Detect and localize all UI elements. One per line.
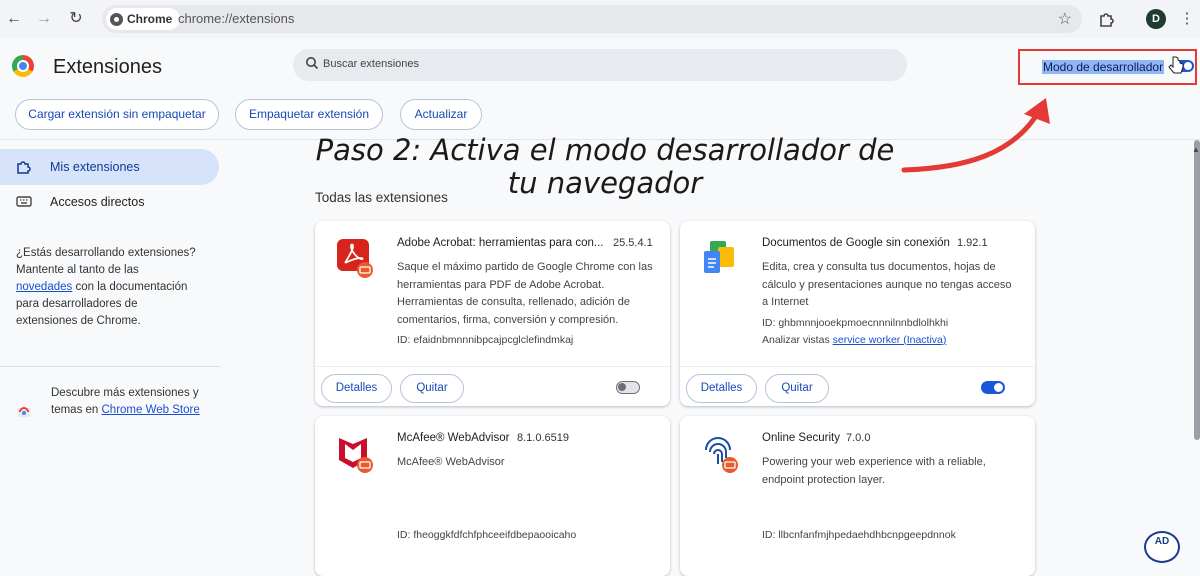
sidebar-divider <box>0 366 220 367</box>
back-icon[interactable]: ← <box>4 9 24 29</box>
sidebar-item-shortcuts[interactable]: Accesos directos <box>0 184 219 220</box>
annotation-arrow <box>901 98 1050 173</box>
caption-line-1: Paso 2: Activa el modo desarrollador de <box>315 133 895 167</box>
sidebar-item-label: Accesos directos <box>50 195 145 209</box>
extension-card-adobe: Adobe Acrobat: herramientas para con... … <box>315 221 670 406</box>
scrollbar[interactable] <box>1194 140 1200 440</box>
extension-description: Edita, crea y consulta tus documentos, h… <box>762 261 1012 308</box>
extension-name: Adobe Acrobat: herramientas para con... <box>397 237 604 249</box>
extension-version: 7.0.0 <box>846 432 871 444</box>
adobe-acrobat-icon <box>337 239 373 278</box>
update-button[interactable]: Actualizar <box>400 99 482 130</box>
url-text: chrome://extensions <box>178 11 295 26</box>
extension-description: Saque el máximo partido de Google Chrome… <box>397 261 653 326</box>
news-link[interactable]: novedades <box>16 281 72 293</box>
browser-toolbar: ← → ↻ Chrome chrome://extensions ☆ D ⋮ <box>0 0 1200 38</box>
chrome-logo-icon <box>12 55 34 77</box>
sidebar-item-label: Mis extensiones <box>50 160 140 174</box>
chip-label: Chrome <box>127 12 173 26</box>
extension-description: Powering your web experience with a reli… <box>762 456 986 486</box>
extension-toggle[interactable] <box>616 381 640 394</box>
dev-text-1: ¿Estás desarrollando extensiones? Manten… <box>16 247 196 276</box>
extension-name: Documentos de Google sin conexión <box>762 237 950 249</box>
keyboard-icon <box>16 196 32 207</box>
google-docs-icon <box>704 241 734 273</box>
details-button[interactable]: Detalles <box>321 374 392 403</box>
web-store-text: Descubre más extensiones y temas en Chro… <box>51 385 211 419</box>
search-placeholder: Buscar extensiones <box>323 58 419 70</box>
scroll-up-icon[interactable]: ▲ <box>1192 145 1200 154</box>
extension-card-online-security: Online Security 7.0.0 Powering your web … <box>680 416 1035 576</box>
site-info-chip[interactable]: Chrome <box>106 8 181 30</box>
extension-card-google-docs: Documentos de Google sin conexión 1.92.1… <box>680 221 1035 406</box>
inspect-views-label: Analizar vistas <box>762 334 833 346</box>
profile-avatar[interactable]: D <box>1146 9 1166 29</box>
extension-description: McAfee® WebAdvisor <box>397 456 505 468</box>
reload-icon[interactable]: ↻ <box>66 9 86 29</box>
service-worker-link[interactable]: service worker (Inactiva) <box>833 334 947 346</box>
more-menu-icon[interactable]: ⋮ <box>1177 9 1197 29</box>
card-footer: Detalles Quitar <box>680 366 1035 406</box>
extension-name: Online Security <box>762 432 840 444</box>
extension-card-mcafee: McAfee® WebAdvisor 8.1.0.6519 McAfee® We… <box>315 416 670 576</box>
extension-id: ID: efaidnbmnnnibpcajpcglclefindmkaj <box>397 334 574 346</box>
extension-id: ID: fheoggkfdfchfphceeifdbepaooicaho <box>397 529 577 541</box>
extension-version: 1.92.1 <box>957 237 988 249</box>
forward-icon[interactable]: → <box>34 9 54 29</box>
chrome-icon <box>110 12 123 26</box>
details-button[interactable]: Detalles <box>686 374 757 403</box>
puzzle-icon <box>17 161 31 174</box>
channel-logo: AD <box>1144 531 1180 563</box>
developer-info-text: ¿Estás desarrollando extensiones? Manten… <box>16 245 196 330</box>
remove-button[interactable]: Quitar <box>765 374 829 403</box>
sidebar: Mis extensiones Accesos directos ¿Estás … <box>0 141 230 563</box>
search-input[interactable]: Buscar extensiones <box>293 49 907 81</box>
inspect-views: Analizar vistas service worker (Inactiva… <box>762 334 946 346</box>
dev-mode-label: Modo de desarrollador <box>1042 60 1165 74</box>
page-title: Extensiones <box>53 56 162 78</box>
hand-cursor-icon <box>1168 56 1184 74</box>
sidebar-item-my-extensions[interactable]: Mis extensiones <box>0 149 219 185</box>
pack-extension-button[interactable]: Empaquetar extensión <box>235 99 383 130</box>
extension-id: ID: ghbmnnjooekpmoecnnnilnnbdlolhkhi <box>762 317 949 329</box>
extension-name: McAfee® WebAdvisor <box>397 432 510 444</box>
tutorial-caption: Paso 2: Activa el modo desarrollador de … <box>270 134 940 200</box>
fingerprint-shield-icon <box>705 437 738 473</box>
load-unpacked-button[interactable]: Cargar extensión sin empaquetar <box>15 99 219 130</box>
mcafee-icon <box>339 438 373 473</box>
web-store-link[interactable]: Chrome Web Store <box>102 404 200 416</box>
address-bar[interactable]: Chrome chrome://extensions ☆ <box>102 5 1082 33</box>
card-footer: Detalles Quitar <box>315 366 670 406</box>
web-store-icon <box>17 407 31 417</box>
bookmark-star-icon[interactable]: ☆ <box>1058 9 1072 29</box>
extension-version: 8.1.0.6519 <box>517 432 569 444</box>
extensions-puzzle-icon[interactable] <box>1098 10 1116 28</box>
extension-version: 25.5.4.1 <box>613 237 653 249</box>
remove-button[interactable]: Quitar <box>400 374 464 403</box>
search-icon <box>306 57 319 70</box>
extension-toggle[interactable] <box>981 381 1005 394</box>
caption-line-2: tu navegador <box>507 166 703 200</box>
extension-id: ID: llbcnfanfmjhpedaehdhbcnpgeepdnnok <box>762 529 956 541</box>
